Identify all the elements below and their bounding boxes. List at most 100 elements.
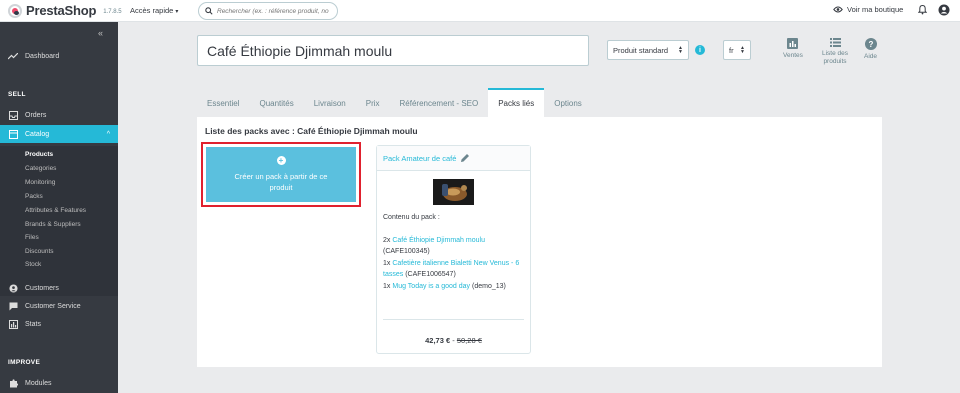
pack-contents: Contenu du pack : 2x Café Éthiopie Djimm… — [383, 212, 528, 292]
tab-packs-lies[interactable]: Packs liés — [488, 88, 545, 117]
submenu-packs[interactable]: Packs — [25, 193, 43, 200]
edit-pencil-icon[interactable] — [460, 153, 470, 163]
tab-options[interactable]: Options — [544, 88, 592, 117]
pack-item-link[interactable]: Mug Today is a good day — [392, 283, 470, 290]
trending-icon — [8, 51, 18, 61]
sidebar-item-stats[interactable]: Stats — [0, 315, 118, 333]
sidebar-item-dashboard[interactable]: Dashboard — [0, 47, 118, 65]
sidebar-item-modules[interactable]: Modules — [0, 374, 118, 392]
pack-item: 1x Mug Today is a good day (demo_13) — [383, 281, 528, 293]
inbox-icon — [8, 110, 18, 120]
submenu-products[interactable]: Products — [25, 151, 53, 158]
pack-price-old: 50,28 € — [456, 336, 482, 345]
prestashop-logo-icon — [8, 3, 22, 18]
pack-price-current: 42,73 € — [425, 336, 451, 345]
search-box[interactable] — [198, 2, 338, 20]
submenu-stock[interactable]: Stock — [25, 261, 41, 268]
sales-button[interactable]: Ventes — [783, 38, 803, 60]
pack-card-header[interactable]: Pack Amateur de café — [377, 146, 530, 171]
product-list-button[interactable]: Liste des produits — [817, 38, 853, 66]
quick-access-dropdown[interactable]: Accès rapide ▾ — [130, 6, 178, 15]
sales-label: Ventes — [783, 52, 803, 59]
select-arrows-icon: ▲ ▼ — [678, 45, 683, 55]
prestashop-logo[interactable]: PrestaShop 1.7.8.5 — [8, 3, 122, 18]
sidebar-item-customer-service[interactable]: Customer Service — [0, 297, 118, 315]
notifications-bell[interactable] — [917, 4, 928, 17]
sidebar-item-customers[interactable]: Customers — [0, 279, 118, 297]
top-bar: PrestaShop 1.7.8.5 Accès rapide▾ Voir ma… — [0, 0, 960, 22]
tab-livraison[interactable]: Livraison — [304, 88, 356, 117]
sidebar-label: Modules — [25, 379, 52, 387]
chat-icon — [8, 301, 18, 311]
submenu-discounts[interactable]: Discounts — [25, 248, 54, 255]
product-type-value: Produit standard — [613, 45, 669, 55]
bell-icon — [917, 4, 928, 15]
view-shop-label: Voir ma boutique — [847, 5, 904, 14]
sidebar-label: Dashboard — [25, 52, 60, 60]
sidebar-item-orders[interactable]: Orders — [0, 106, 118, 124]
submenu-attributes[interactable]: Attributes & Features — [25, 207, 86, 214]
user-menu[interactable] — [938, 4, 950, 18]
view-shop-link[interactable]: Voir ma boutique — [833, 5, 903, 14]
pack-item-qty: 1x — [383, 282, 391, 290]
store-icon — [8, 129, 18, 139]
bar-chart-icon — [787, 38, 799, 49]
pack-item-ref: (CAFE1006547) — [405, 271, 456, 278]
language-value: fr — [729, 45, 734, 55]
eye-icon — [833, 6, 843, 13]
sidebar-label: Customers — [25, 284, 59, 292]
tab-prix[interactable]: Prix — [356, 88, 390, 117]
submenu-brands[interactable]: Brands & Suppliers — [25, 221, 81, 228]
add-circle-icon: + — [276, 156, 286, 165]
pack-image — [433, 179, 474, 205]
improve-heading: IMPROVE — [8, 359, 41, 366]
submenu-categories[interactable]: Categories — [25, 165, 56, 172]
list-icon — [829, 38, 841, 47]
product-tabs: Essentiel Quantités Livraison Prix Référ… — [197, 88, 592, 117]
packs-panel: Liste des packs avec : Café Éthiopie Dji… — [197, 117, 882, 367]
product-name-field[interactable] — [197, 35, 589, 66]
language-select[interactable]: fr ▲ ▼ — [723, 40, 751, 60]
collapse-sidebar-icon[interactable]: « — [98, 28, 103, 38]
pack-item-link[interactable]: Café Éthiopie Djimmah moulu — [392, 237, 485, 244]
pack-item-qty: 2x — [383, 236, 391, 244]
version-label: 1.7.8.5 — [103, 9, 122, 15]
pack-contents-label: Contenu du pack : — [383, 214, 440, 221]
info-icon[interactable]: i — [695, 45, 705, 55]
tab-quantites[interactable]: Quantités — [249, 88, 303, 117]
product-type-select[interactable]: Produit standard ▲ ▼ — [607, 40, 689, 60]
search-icon — [205, 7, 213, 15]
sidebar-label: Stats — [25, 320, 41, 328]
highlight-frame: + Créer un pack à partir de ce produit — [201, 142, 361, 207]
bar-chart-icon — [8, 319, 18, 329]
sidebar-label: Orders — [25, 111, 47, 119]
pack-item-ref: (CAFE100345) — [383, 248, 430, 255]
pack-card: Pack Amateur de café Contenu du pack : 2… — [376, 145, 531, 354]
product-list-label: Liste des produits — [821, 50, 849, 65]
tab-seo[interactable]: Référencement - SEO — [390, 88, 489, 117]
help-button[interactable]: ? Aide — [864, 38, 877, 61]
pack-item-qty: 1x — [383, 259, 391, 267]
sidebar-item-catalog[interactable]: Catalog ^ — [0, 125, 118, 143]
sell-heading: SELL — [8, 91, 26, 98]
pack-item: 1x Cafetière italienne Bialetti New Venu… — [383, 258, 528, 281]
account-circle-icon — [8, 283, 18, 293]
pack-item-ref: (demo_13) — [472, 282, 506, 290]
help-icon: ? — [864, 38, 877, 50]
submenu-files[interactable]: Files — [25, 234, 39, 241]
logo-text: PrestaShop — [26, 3, 97, 18]
search-input[interactable] — [217, 7, 335, 15]
sidebar-label: Customer Service — [25, 302, 81, 310]
product-name-input[interactable] — [207, 42, 577, 59]
pack-name-link[interactable]: Pack Amateur de café — [383, 154, 456, 163]
tab-essentiel[interactable]: Essentiel — [197, 88, 249, 117]
packs-list-title: Liste des packs avec : Café Éthiopie Dji… — [205, 126, 418, 136]
submenu-monitoring[interactable]: Monitoring — [25, 179, 55, 186]
pack-price: 42,73 € - 50,28 € — [425, 336, 482, 345]
create-pack-label: Créer un pack à partir de ce produit — [234, 172, 328, 192]
create-pack-button[interactable]: + Créer un pack à partir de ce produit — [206, 147, 356, 202]
pack-item: 2x Café Éthiopie Djimmah moulu (CAFE1003… — [383, 235, 528, 258]
caret-down-icon: ▾ — [175, 9, 179, 15]
select-arrows-icon: ▲ ▼ — [740, 45, 745, 55]
chevron-up-icon: ^ — [106, 130, 110, 138]
